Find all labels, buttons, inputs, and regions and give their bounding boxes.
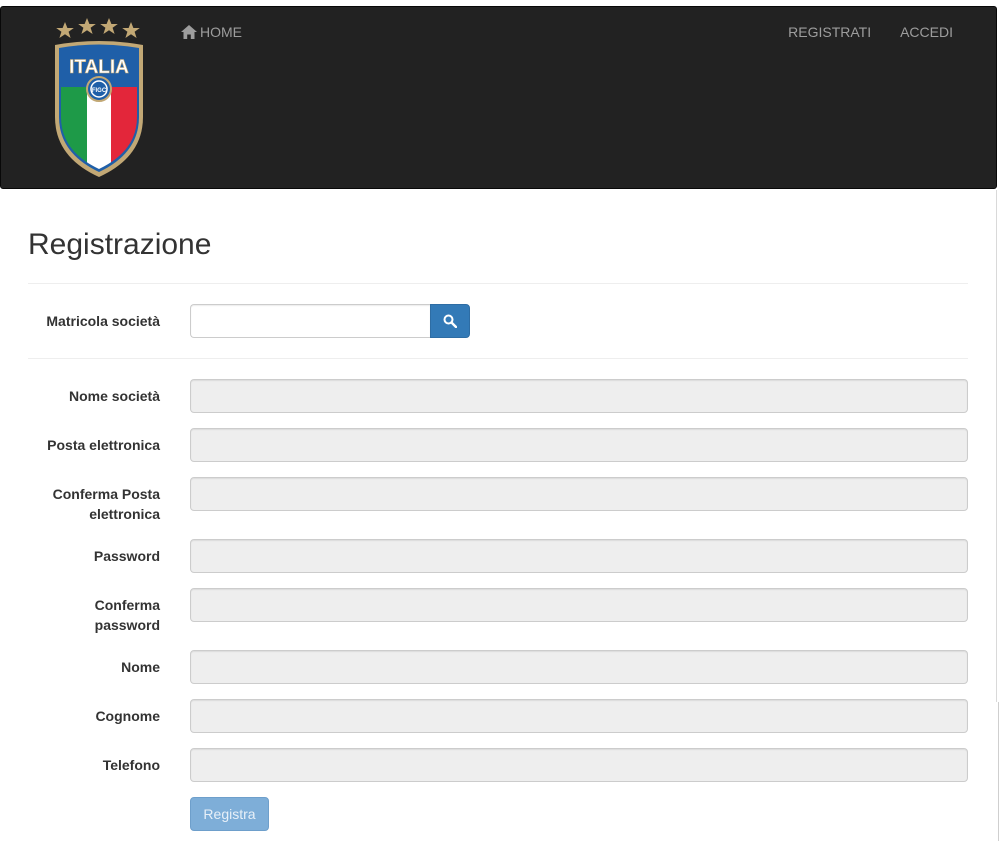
divider bbox=[28, 358, 968, 359]
field-label-nome-societa: Nome società bbox=[68, 388, 160, 404]
top-navbar: ITALIA FIGC HOME REGISTRATI ACCEDI bbox=[0, 6, 997, 189]
nav-home-label: HOME bbox=[200, 24, 242, 40]
field-label-posta-elettronica: Posta elettronica bbox=[47, 437, 160, 453]
nav-login-link[interactable]: ACCEDI bbox=[900, 24, 953, 40]
svg-text:ITALIA: ITALIA bbox=[69, 57, 129, 78]
posta-elettronica-field[interactable] bbox=[190, 428, 968, 462]
matricola-input[interactable] bbox=[190, 304, 430, 338]
page-title: Registrazione bbox=[28, 228, 212, 261]
nav-register-link[interactable]: REGISTRATI bbox=[788, 24, 871, 40]
nome-societa-field[interactable] bbox=[190, 379, 968, 413]
nav-right: REGISTRATI ACCEDI bbox=[788, 24, 953, 40]
divider bbox=[28, 283, 968, 284]
password-field[interactable] bbox=[190, 539, 968, 573]
page-edge bbox=[996, 190, 997, 702]
field-label-conferma-posta: Conferma Posta elettronica bbox=[52, 486, 160, 522]
field-label-nome: Nome bbox=[121, 659, 160, 675]
star-icon bbox=[56, 18, 140, 38]
scrollbar[interactable] bbox=[998, 702, 1002, 841]
search-icon bbox=[443, 314, 457, 328]
field-label-conferma-password: Conferma password bbox=[94, 597, 160, 633]
cognome-field[interactable] bbox=[190, 699, 968, 733]
field-label-cognome: Cognome bbox=[95, 708, 160, 724]
nav-home-link[interactable]: HOME bbox=[181, 24, 242, 40]
registra-button[interactable]: Registra bbox=[190, 797, 269, 831]
field-label-password: Password bbox=[93, 548, 160, 564]
svg-text:FIGC: FIGC bbox=[92, 88, 107, 94]
conferma-posta-field[interactable] bbox=[190, 477, 968, 511]
conferma-password-field[interactable] bbox=[190, 588, 968, 622]
figc-logo[interactable]: ITALIA FIGC bbox=[47, 17, 151, 177]
matricola-label: Matricola società bbox=[46, 313, 160, 329]
home-icon bbox=[181, 25, 197, 39]
field-label-telefono: Telefono bbox=[102, 757, 160, 773]
search-button[interactable] bbox=[430, 304, 470, 338]
telefono-field[interactable] bbox=[190, 748, 968, 782]
nome-field[interactable] bbox=[190, 650, 968, 684]
